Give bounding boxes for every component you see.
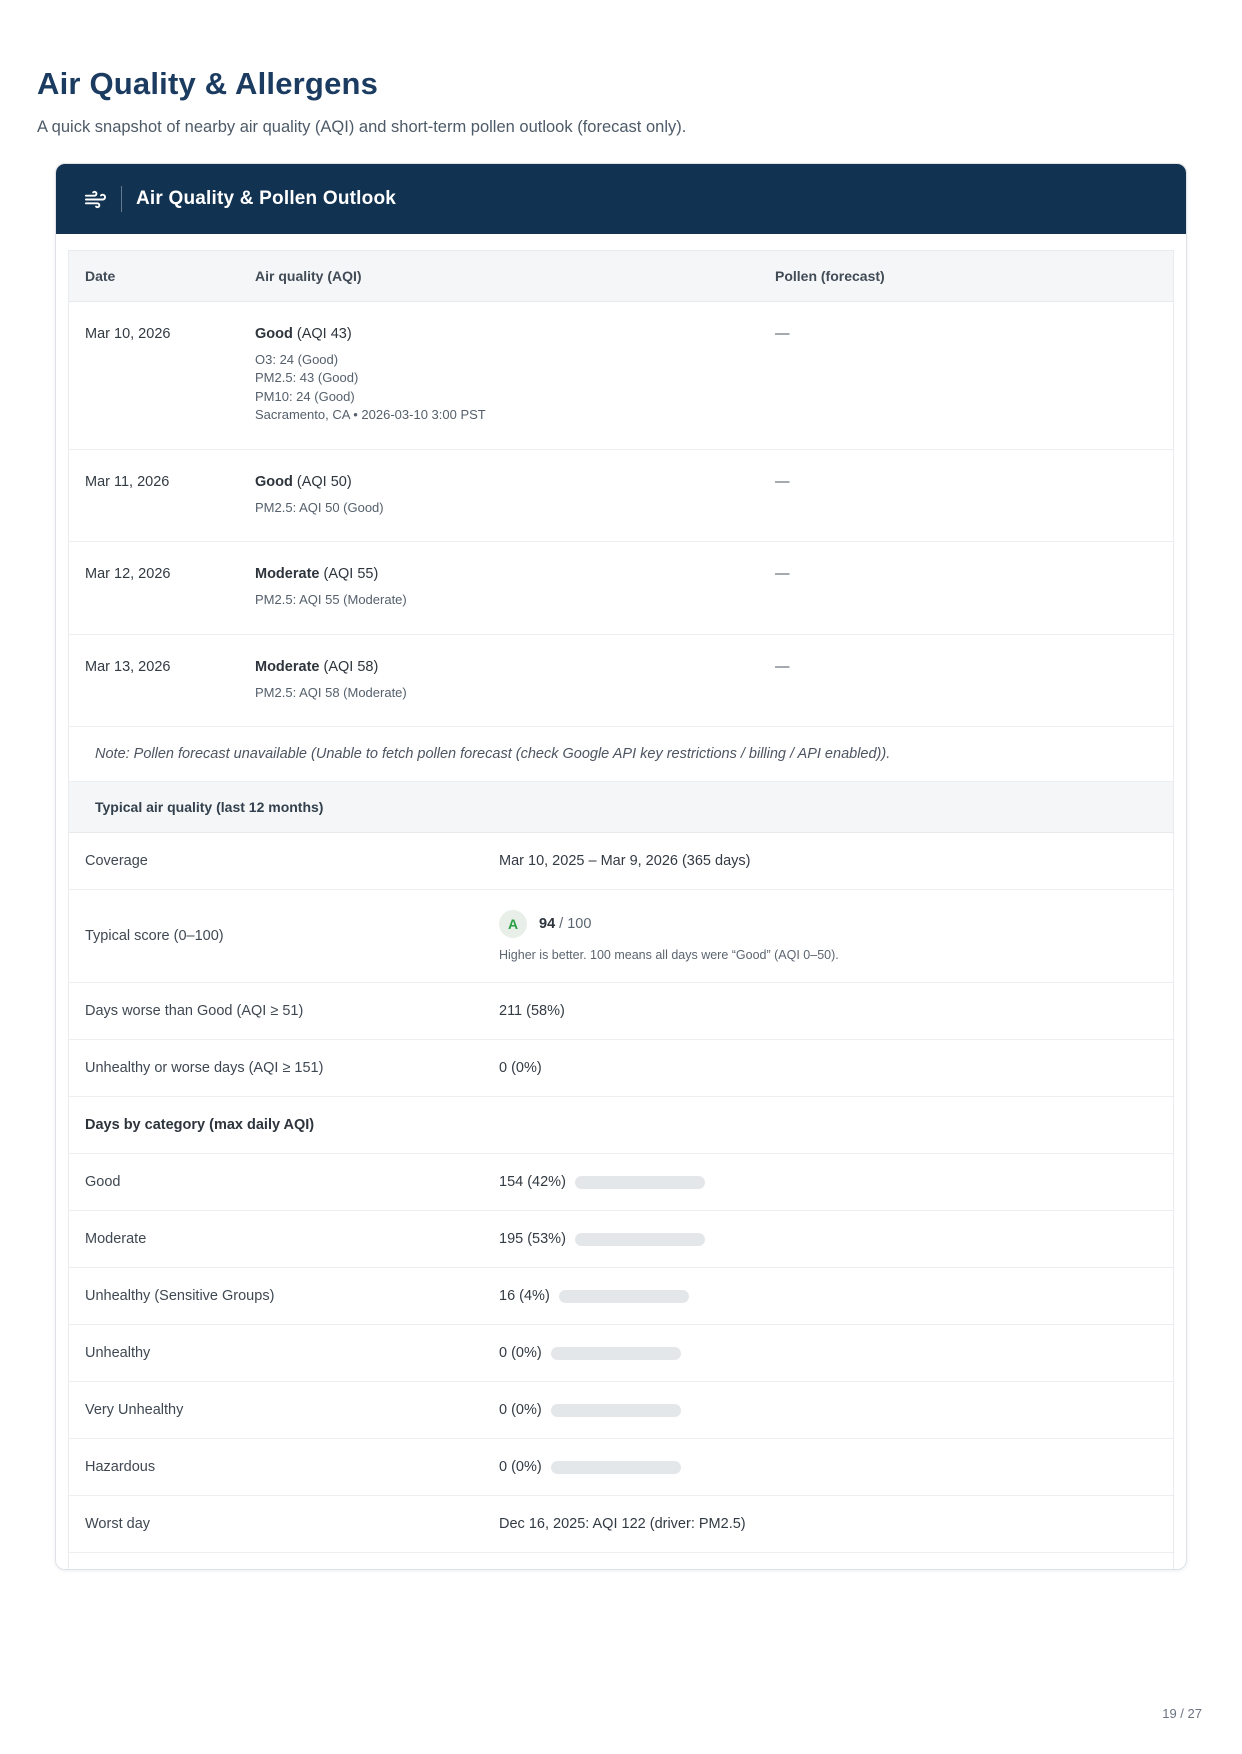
grade-badge: A: [499, 910, 527, 939]
forecast-row: Mar 10, 2026 Good (AQI 43) O3: 24 (Good)…: [69, 302, 1173, 450]
category-label: Good: [85, 1174, 121, 1191]
category-bar-track: [550, 1346, 681, 1360]
aqi-category: Good: [255, 473, 293, 490]
aqi-category: Good: [255, 326, 293, 342]
pollen-note: Note: Pollen forecast unavailable (Unabl…: [95, 746, 891, 763]
typical-score-line: A 94 / 100: [499, 910, 1157, 939]
col-header-date: Date: [85, 268, 116, 284]
category-value: 16 (4%): [499, 1288, 550, 1305]
summary-label: Days worse than Good (AQI ≥ 51): [85, 1003, 304, 1020]
category-bar-track: [574, 1232, 705, 1246]
score-suffix: / 100: [559, 916, 592, 933]
category-value: 0 (0%): [499, 1402, 542, 1419]
aqi-detail-line: PM10: 24 (Good): [255, 388, 355, 404]
score-number: 94: [539, 916, 556, 933]
aqi-details: PM2.5: AQI 58 (Moderate): [255, 684, 743, 702]
aqi-details: O3: 24 (Good) PM2.5: 43 (Good) PM10: 24 …: [255, 351, 743, 425]
air-quality-card: Air Quality & Pollen Outlook Date Air qu…: [55, 163, 1187, 1571]
forecast-row: Mar 12, 2026 Moderate (AQI 55) PM2.5: AQ…: [69, 542, 1173, 635]
category-label: Very Unhealthy: [85, 1402, 184, 1419]
category-label: Unhealthy (Sensitive Groups): [85, 1288, 275, 1305]
aqi-detail-line: PM2.5: AQI 50 (Good): [255, 499, 384, 515]
summary-row-worst-day: Worst day Dec 16, 2025: AQI 122 (driver:…: [69, 1496, 1173, 1554]
summary-row-category-header: Days by category (max daily AQI): [69, 1097, 1173, 1155]
summary-label: Unhealthy or worse days (AQI ≥ 151): [85, 1060, 324, 1077]
forecast-row: Mar 11, 2026 Good (AQI 50) PM2.5: AQI 50…: [69, 450, 1173, 543]
aqi-value: (AQI 50): [296, 473, 352, 490]
summary-value: Dec 16, 2025: AQI 122 (driver: PM2.5): [499, 1516, 746, 1533]
summary-value: 0 (0%): [499, 1060, 542, 1077]
category-bar-track: [574, 1175, 705, 1189]
section-header-typical-air-quality: Typical air quality (last 12 months): [69, 782, 1173, 834]
summary-value: Mar 10, 2025 – Mar 9, 2026 (365 days): [499, 853, 751, 870]
category-label: Moderate: [85, 1231, 147, 1248]
pollen-value: —: [775, 326, 790, 342]
category-label: Hazardous: [85, 1459, 156, 1476]
aqi-category: Moderate: [255, 566, 320, 583]
summary-label: Worst day: [85, 1516, 151, 1533]
forecast-row: Mar 13, 2026 Moderate (AQI 58) PM2.5: AQ…: [69, 635, 1173, 728]
header-divider: [121, 186, 122, 212]
report-page: Air Quality & Allergens A quick snapshot…: [0, 0, 1242, 1571]
summary-label: Coverage: [85, 853, 148, 870]
section-header-days-by-category: Days by category (max daily AQI): [85, 1117, 315, 1134]
card-inner-table: Date Air quality (AQI) Pollen (forecast)…: [68, 250, 1174, 1570]
category-bar-track: [550, 1403, 681, 1417]
aqi-detail-line: PM2.5: 43 (Good): [255, 370, 359, 386]
forecast-date: Mar 12, 2026: [85, 566, 171, 583]
aqi-value: (AQI 58): [323, 658, 379, 675]
category-value: 0 (0%): [499, 1345, 542, 1362]
category-row-hazardous: Hazardous 0 (0%): [69, 1439, 1173, 1497]
wind-icon: [84, 188, 107, 211]
pollen-value: —: [775, 566, 790, 583]
category-value: 195 (53%): [499, 1231, 566, 1248]
aqi-detail-line: PM2.5: AQI 58 (Moderate): [255, 684, 407, 700]
summary-row-unhealthy-days: Unhealthy or worse days (AQI ≥ 151) 0 (0…: [69, 1040, 1173, 1098]
category-row-unhealthy-sensitive: Unhealthy (Sensitive Groups) 16 (4%): [69, 1268, 1173, 1326]
page-number: 19 / 27: [1162, 1706, 1202, 1721]
category-row-good: Good 154 (42%): [69, 1154, 1173, 1212]
category-value: 0 (0%): [499, 1459, 542, 1476]
aqi-detail-line: PM2.5: AQI 55 (Moderate): [255, 592, 407, 608]
aqi-details: PM2.5: AQI 55 (Moderate): [255, 591, 743, 609]
summary-row-typical-score: Typical score (0–100) A 94 / 100 Higher …: [69, 890, 1173, 984]
forecast-table-header: Date Air quality (AQI) Pollen (forecast): [69, 251, 1173, 302]
summary-row-coverage: Coverage Mar 10, 2025 – Mar 9, 2026 (365…: [69, 833, 1173, 891]
aqi-value: (AQI 43): [296, 326, 352, 342]
summary-label: Typical score (0–100): [85, 928, 224, 945]
card-title: Air Quality & Pollen Outlook: [136, 188, 397, 209]
forecast-date: Mar 11, 2026: [85, 473, 170, 490]
pollen-value: —: [775, 473, 790, 490]
aqi-value: (AQI 55): [323, 566, 379, 583]
page-title: Air Quality & Allergens: [37, 66, 379, 101]
score-note: Higher is better. 100 means all days wer…: [499, 948, 839, 963]
col-header-pollen: Pollen (forecast): [775, 268, 885, 284]
category-row-very-unhealthy: Very Unhealthy 0 (0%): [69, 1382, 1173, 1440]
category-row-moderate: Moderate 195 (53%): [69, 1211, 1173, 1269]
category-value: 154 (42%): [499, 1174, 566, 1191]
pollen-value: —: [775, 658, 790, 675]
forecast-date: Mar 10, 2026: [85, 326, 171, 342]
category-bar-track: [558, 1289, 689, 1303]
category-bar-track: [550, 1460, 681, 1474]
forecast-date: Mar 13, 2026: [85, 658, 171, 675]
clipped-row-stub: [69, 1553, 1173, 1569]
col-header-air-quality: Air quality (AQI): [255, 268, 362, 284]
card-header: Air Quality & Pollen Outlook: [56, 164, 1186, 234]
aqi-detail-line: O3: 24 (Good): [255, 352, 339, 367]
summary-value: 211 (58%): [499, 1003, 565, 1020]
aqi-category: Moderate: [255, 658, 320, 675]
category-label: Unhealthy: [85, 1345, 151, 1362]
pollen-note-row: Note: Pollen forecast unavailable (Unabl…: [69, 727, 1173, 783]
page-subtitle: A quick snapshot of nearby air quality (…: [37, 118, 687, 136]
category-row-unhealthy: Unhealthy 0 (0%): [69, 1325, 1173, 1383]
aqi-details: PM2.5: AQI 50 (Good): [255, 499, 743, 517]
summary-row-days-worse: Days worse than Good (AQI ≥ 51) 211 (58%…: [69, 983, 1173, 1041]
card-body: Date Air quality (AQI) Pollen (forecast)…: [56, 234, 1186, 1570]
aqi-detail-line: Sacramento, CA • 2026-03-10 3:00 PST: [255, 407, 486, 423]
